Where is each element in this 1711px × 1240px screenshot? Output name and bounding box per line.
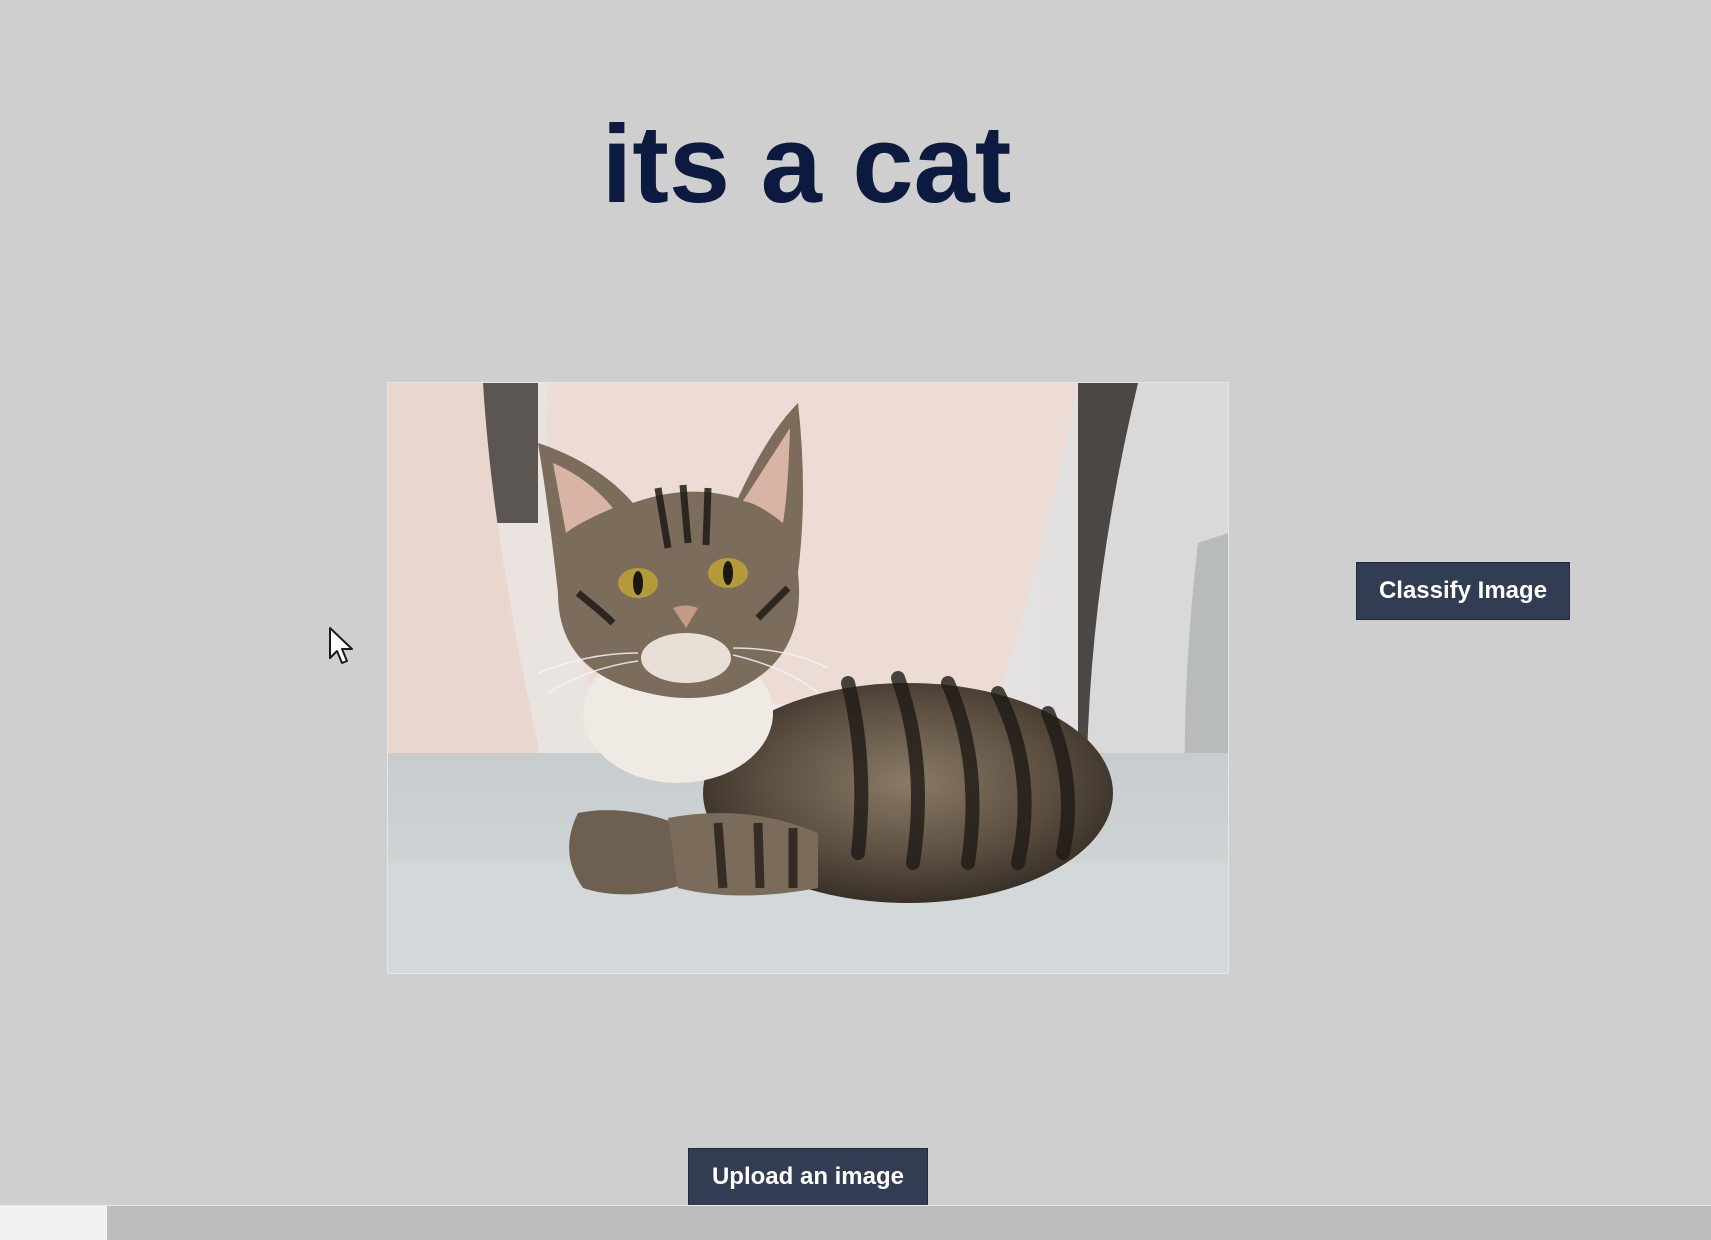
cat-photo: [388, 383, 1228, 973]
classify-image-button[interactable]: Classify Image: [1356, 562, 1570, 620]
classifier-page: its a cat Classify Image Upload an image: [0, 0, 1711, 1240]
horizontal-scrollbar[interactable]: [0, 1205, 1711, 1240]
result-title: its a cat: [601, 103, 1012, 226]
mouse-pointer-icon: [329, 627, 353, 664]
upload-image-button[interactable]: Upload an image: [688, 1148, 928, 1206]
uploaded-image-preview: [387, 382, 1229, 974]
scrollbar-thumb[interactable]: [0, 1206, 107, 1240]
